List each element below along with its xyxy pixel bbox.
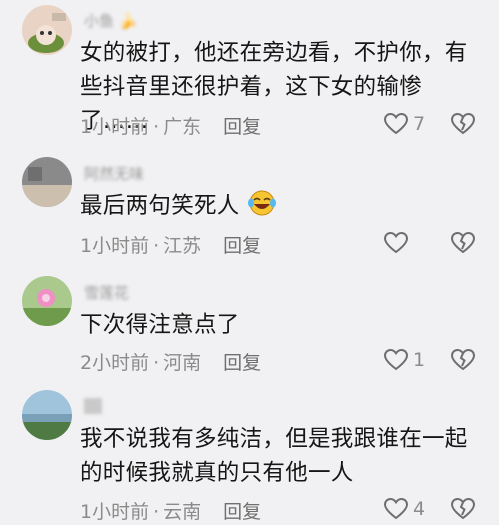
dislike-button[interactable]	[450, 348, 476, 376]
like-button[interactable]	[383, 231, 413, 255]
username[interactable]: 小鱼 🍌	[84, 10, 137, 30]
reply-button[interactable]: 回复	[223, 235, 261, 257]
reply-button[interactable]: 回复	[223, 116, 261, 138]
username[interactable]: 阿然无味	[84, 163, 144, 183]
heart-outline-icon	[383, 231, 409, 254]
broken-heart-icon	[450, 497, 476, 520]
location: 云南	[163, 501, 202, 523]
like-count: 1	[413, 349, 426, 371]
timestamp: 2小时前	[80, 352, 150, 374]
avatar[interactable]	[22, 276, 72, 326]
like-button[interactable]: 7	[383, 112, 425, 136]
timestamp: 1小时前	[80, 235, 150, 257]
location: 河南	[163, 352, 202, 374]
heart-outline-icon	[383, 497, 409, 520]
timestamp: 1小时前	[80, 501, 150, 523]
comment-meta: 1小时前 · 江苏 回复	[80, 231, 261, 258]
username[interactable]: 雪莲花	[84, 282, 129, 302]
dislike-button[interactable]	[450, 231, 476, 259]
like-count: 4	[413, 498, 426, 520]
username[interactable]	[84, 398, 102, 418]
laughing-tears-emoji	[248, 190, 277, 216]
comment-meta: 1小时前 · 广东 回复	[80, 112, 261, 139]
like-button[interactable]: 4	[383, 497, 425, 521]
reply-button[interactable]: 回复	[223, 501, 261, 523]
reply-button[interactable]: 回复	[223, 352, 261, 374]
heart-outline-icon	[383, 112, 409, 135]
comment-meta: 1小时前 · 云南 回复	[80, 497, 261, 524]
avatar[interactable]	[22, 157, 72, 207]
heart-outline-icon	[383, 348, 409, 371]
location: 广东	[163, 116, 202, 138]
like-count: 7	[413, 113, 426, 135]
broken-heart-icon	[450, 348, 476, 371]
dislike-button[interactable]	[450, 112, 476, 140]
timestamp: 1小时前	[80, 116, 150, 138]
broken-heart-icon	[450, 112, 476, 135]
comment-text: 我不说我有多纯洁，但是我跟谁在一起 的时候我就真的只有他一人	[80, 426, 468, 486]
broken-heart-icon	[450, 231, 476, 254]
comment-text: 下次得注意点了	[80, 312, 240, 338]
dislike-button[interactable]	[450, 497, 476, 525]
comment-text: 最后两句笑死人	[80, 189, 479, 223]
location: 江苏	[163, 235, 202, 257]
avatar[interactable]	[22, 5, 72, 55]
comment-meta: 2小时前 · 河南 回复	[80, 348, 261, 375]
avatar[interactable]	[22, 390, 72, 440]
like-button[interactable]: 1	[383, 348, 425, 372]
